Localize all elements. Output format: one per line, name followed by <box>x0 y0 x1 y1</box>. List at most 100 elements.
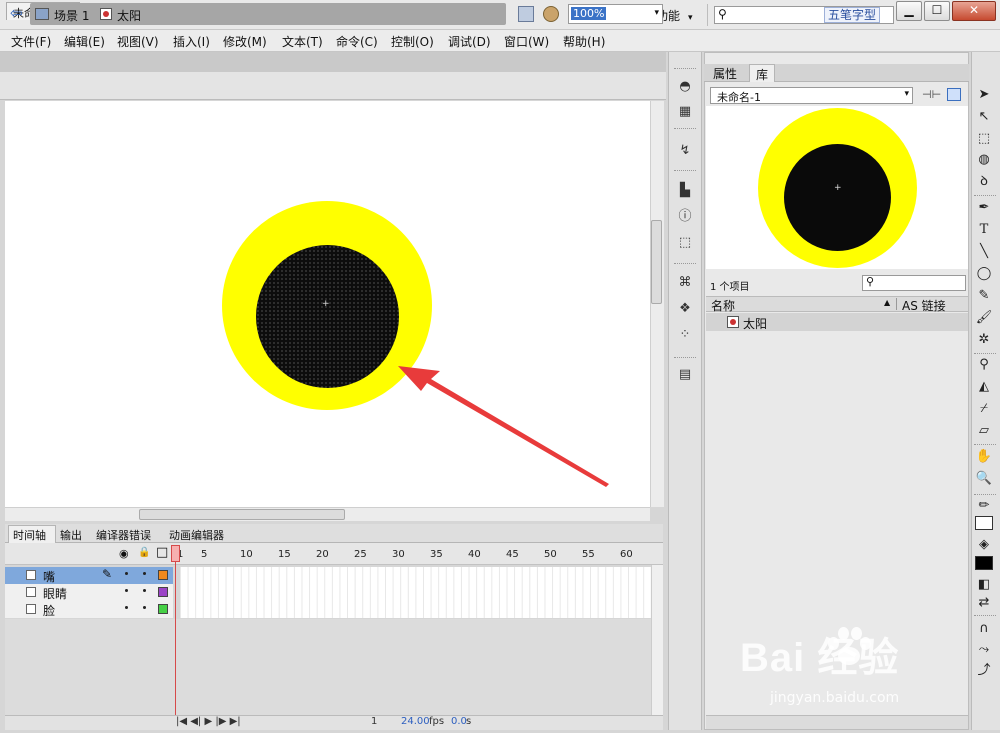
layer-name[interactable]: 脸 <box>43 602 55 619</box>
ime-indicator[interactable]: 五笔字型 <box>824 7 881 23</box>
frame-grid[interactable] <box>180 567 651 618</box>
selection-tool-icon[interactable]: ➤ <box>975 86 993 104</box>
layer-name[interactable]: 嘴 <box>43 568 55 585</box>
3d-rotation-tool-icon[interactable]: ◍ <box>975 151 993 169</box>
frame-rate[interactable]: 24.00 <box>401 716 430 727</box>
close-window-button[interactable]: ✕ <box>952 1 996 21</box>
edit-symbols-icon[interactable] <box>518 6 534 22</box>
align-icon[interactable]: ▙ <box>677 183 693 199</box>
lasso-tool-icon[interactable]: ꝺ <box>975 173 993 191</box>
tab-output[interactable]: 输出 <box>60 527 82 543</box>
line-tool-icon[interactable]: ╲ <box>975 243 993 261</box>
menu-view[interactable]: 视图(V) <box>117 33 159 50</box>
hand-tool-icon[interactable]: ✋ <box>975 448 993 466</box>
library-item-label[interactable]: 太阳 <box>743 315 767 332</box>
pencil-tool-icon[interactable]: ✎ <box>975 287 993 305</box>
stroke-color-swatch[interactable] <box>975 516 993 530</box>
deco-tool-icon[interactable]: ✲ <box>975 331 993 349</box>
tab-motion-editor[interactable]: 动画编辑器 <box>169 527 224 543</box>
default-colors-icon[interactable]: ◧ <box>975 576 993 594</box>
breadcrumb-symbol[interactable]: 太阳 <box>117 7 141 24</box>
playback-controls[interactable]: |◀ ◀| ▶ |▶ ▶| <box>176 716 241 727</box>
layer-row-eyes[interactable]: 眼睛 <box>5 584 173 601</box>
visibility-dot[interactable] <box>125 572 128 575</box>
tab-library[interactable]: 库 <box>749 64 775 82</box>
layer-row-face[interactable]: 脸 <box>5 601 173 618</box>
free-transform-tool-icon[interactable]: ⬚ <box>975 130 993 148</box>
divider <box>974 353 996 354</box>
project-icon[interactable]: ▤ <box>677 367 693 383</box>
oval-tool-icon[interactable]: ◯ <box>975 265 993 283</box>
library-search-input[interactable]: ⚲ <box>862 275 966 291</box>
selected-eye-shape[interactable] <box>256 245 399 388</box>
outline-color-swatch[interactable] <box>158 570 168 580</box>
pin-library-icon[interactable]: ⊣⊢ <box>922 88 941 101</box>
menu-insert[interactable]: 插入(I) <box>173 33 210 50</box>
new-library-panel-icon[interactable] <box>947 88 961 101</box>
code-snippets-icon[interactable]: ⌘ <box>677 275 693 291</box>
column-name[interactable]: 名称 <box>711 297 735 314</box>
pen-tool-icon[interactable]: ✒ <box>975 199 993 217</box>
outline-icon[interactable]: □ <box>156 545 168 560</box>
info-icon[interactable]: ⓘ <box>677 209 693 225</box>
menu-file[interactable]: 文件(F) <box>11 33 51 50</box>
swatches-icon[interactable]: ▦ <box>677 104 693 120</box>
snap-magnet-icon[interactable]: ∩ <box>975 620 993 638</box>
menu-control[interactable]: 控制(O) <box>391 33 434 50</box>
library-document-select[interactable]: 未命名-1 ▾ <box>710 87 913 104</box>
bone-tool-icon[interactable]: ⚲ <box>975 356 993 374</box>
components-icon[interactable]: ❖ <box>677 301 693 317</box>
zoom-select[interactable]: 100% ▾ <box>568 4 663 24</box>
straighten-icon[interactable]: ⤴ <box>975 662 993 680</box>
visibility-dot[interactable] <box>125 589 128 592</box>
smooth-icon[interactable]: ⤳ <box>975 641 993 659</box>
menu-edit[interactable]: 编辑(E) <box>64 33 105 50</box>
motion-presets-icon[interactable]: ⁘ <box>677 327 693 343</box>
menu-text[interactable]: 文本(T) <box>282 33 323 50</box>
lock-dot[interactable] <box>143 572 146 575</box>
tab-timeline[interactable]: 时间轴 <box>13 527 46 543</box>
text-tool-icon[interactable]: T <box>975 221 993 239</box>
lock-dot[interactable] <box>143 606 146 609</box>
stage-horizontal-thumb[interactable] <box>139 509 345 520</box>
menu-help[interactable]: 帮助(H) <box>563 33 605 50</box>
swap-colors-icon[interactable]: ⇄ <box>975 594 993 612</box>
paint-bucket-tool-icon[interactable]: ◭ <box>975 378 993 396</box>
eye-icon[interactable]: ◉ <box>119 547 129 560</box>
timeline-vertical-scrollbar[interactable] <box>651 565 663 715</box>
eyedropper-tool-icon[interactable]: ⌿ <box>975 400 993 418</box>
playhead[interactable] <box>171 545 180 562</box>
maximize-button[interactable]: ☐ <box>924 1 950 21</box>
menu-commands[interactable]: 命令(C) <box>336 33 378 50</box>
stage-vertical-scrollbar[interactable] <box>650 101 664 507</box>
visibility-dot[interactable] <box>125 606 128 609</box>
tab-compiler-errors[interactable]: 编译器错误 <box>96 527 151 543</box>
menu-modify[interactable]: 修改(M) <box>223 33 267 50</box>
edit-scene-icon[interactable] <box>543 6 559 22</box>
minimize-button[interactable]: ▁ <box>896 1 922 21</box>
outline-color-swatch[interactable] <box>158 587 168 597</box>
layer-name[interactable]: 眼睛 <box>43 585 67 602</box>
eraser-tool-icon[interactable]: ▱ <box>975 422 993 440</box>
brush-tool-icon[interactable]: 🖌 <box>975 309 993 327</box>
stage-vertical-thumb[interactable] <box>651 220 662 304</box>
fill-color-swatch[interactable] <box>975 556 993 570</box>
history-icon[interactable]: ↯ <box>677 143 693 159</box>
column-as-linkage[interactable]: AS 链接 <box>902 297 946 314</box>
outline-color-swatch[interactable] <box>158 604 168 614</box>
tab-properties[interactable]: 属性 <box>707 65 745 82</box>
subselection-tool-icon[interactable]: ↖ <box>975 108 993 126</box>
paw-toe <box>838 627 849 640</box>
lock-dot[interactable] <box>143 589 146 592</box>
menu-window[interactable]: 窗口(W) <box>504 33 549 50</box>
transform-icon[interactable]: ⬚ <box>677 235 693 251</box>
menu-debug[interactable]: 调试(D) <box>448 33 491 50</box>
lock-icon[interactable]: 🔒 <box>138 547 150 558</box>
zoom-tool-icon[interactable]: 🔍 <box>975 470 993 488</box>
layer-row-mouth[interactable]: 嘴 ✎ <box>5 567 173 584</box>
frame-ruler[interactable]: 1 5 10 15 20 25 30 35 40 45 50 55 60 <box>175 546 651 565</box>
back-arrow-icon[interactable]: ⇦ <box>10 4 23 22</box>
sort-ascending-icon[interactable]: ▲ <box>884 298 890 307</box>
color-palette-icon[interactable]: ◓ <box>677 79 693 95</box>
breadcrumb-scene[interactable]: 场景 1 <box>54 7 89 24</box>
